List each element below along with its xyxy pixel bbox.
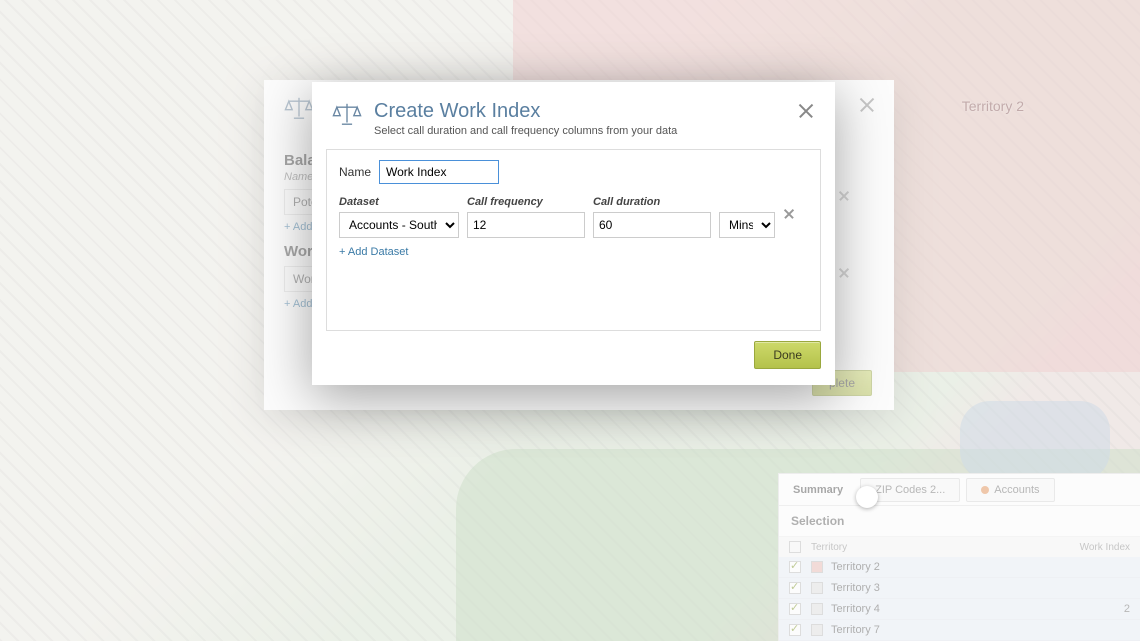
modal-subtitle: Select call duration and call frequency …: [374, 125, 677, 137]
unit-select[interactable]: Mins: [719, 212, 775, 238]
name-input[interactable]: [379, 160, 499, 184]
modal-body: Name Dataset Accounts - South Call frequ…: [326, 149, 821, 331]
modal-header: Create Work Index Select call duration a…: [326, 96, 821, 149]
dataset-col: Dataset Accounts - South: [339, 196, 459, 238]
create-work-index-modal: Create Work Index Select call duration a…: [312, 82, 835, 385]
add-dataset-link[interactable]: + Add Dataset: [339, 246, 408, 258]
cursor-indicator: [856, 486, 878, 508]
dataset-select[interactable]: Accounts - South: [339, 212, 459, 238]
remove-row-icon[interactable]: [783, 207, 795, 225]
duration-input[interactable]: [593, 212, 711, 238]
modal-footer: Done: [326, 331, 821, 369]
dataset-row: Dataset Accounts - South Call frequency …: [339, 196, 808, 238]
close-icon[interactable]: [797, 102, 815, 125]
name-row: Name: [339, 160, 808, 184]
scales-icon: [330, 100, 364, 133]
dataset-label: Dataset: [339, 196, 459, 208]
frequency-label: Call frequency: [467, 196, 585, 208]
frequency-col: Call frequency: [467, 196, 585, 238]
unit-col: Mins: [719, 196, 775, 238]
duration-label: Call duration: [593, 196, 711, 208]
modal-title: Create Work Index: [374, 100, 677, 123]
frequency-input[interactable]: [467, 212, 585, 238]
duration-col: Call duration: [593, 196, 711, 238]
name-label: Name: [339, 165, 371, 179]
done-button[interactable]: Done: [754, 341, 821, 369]
